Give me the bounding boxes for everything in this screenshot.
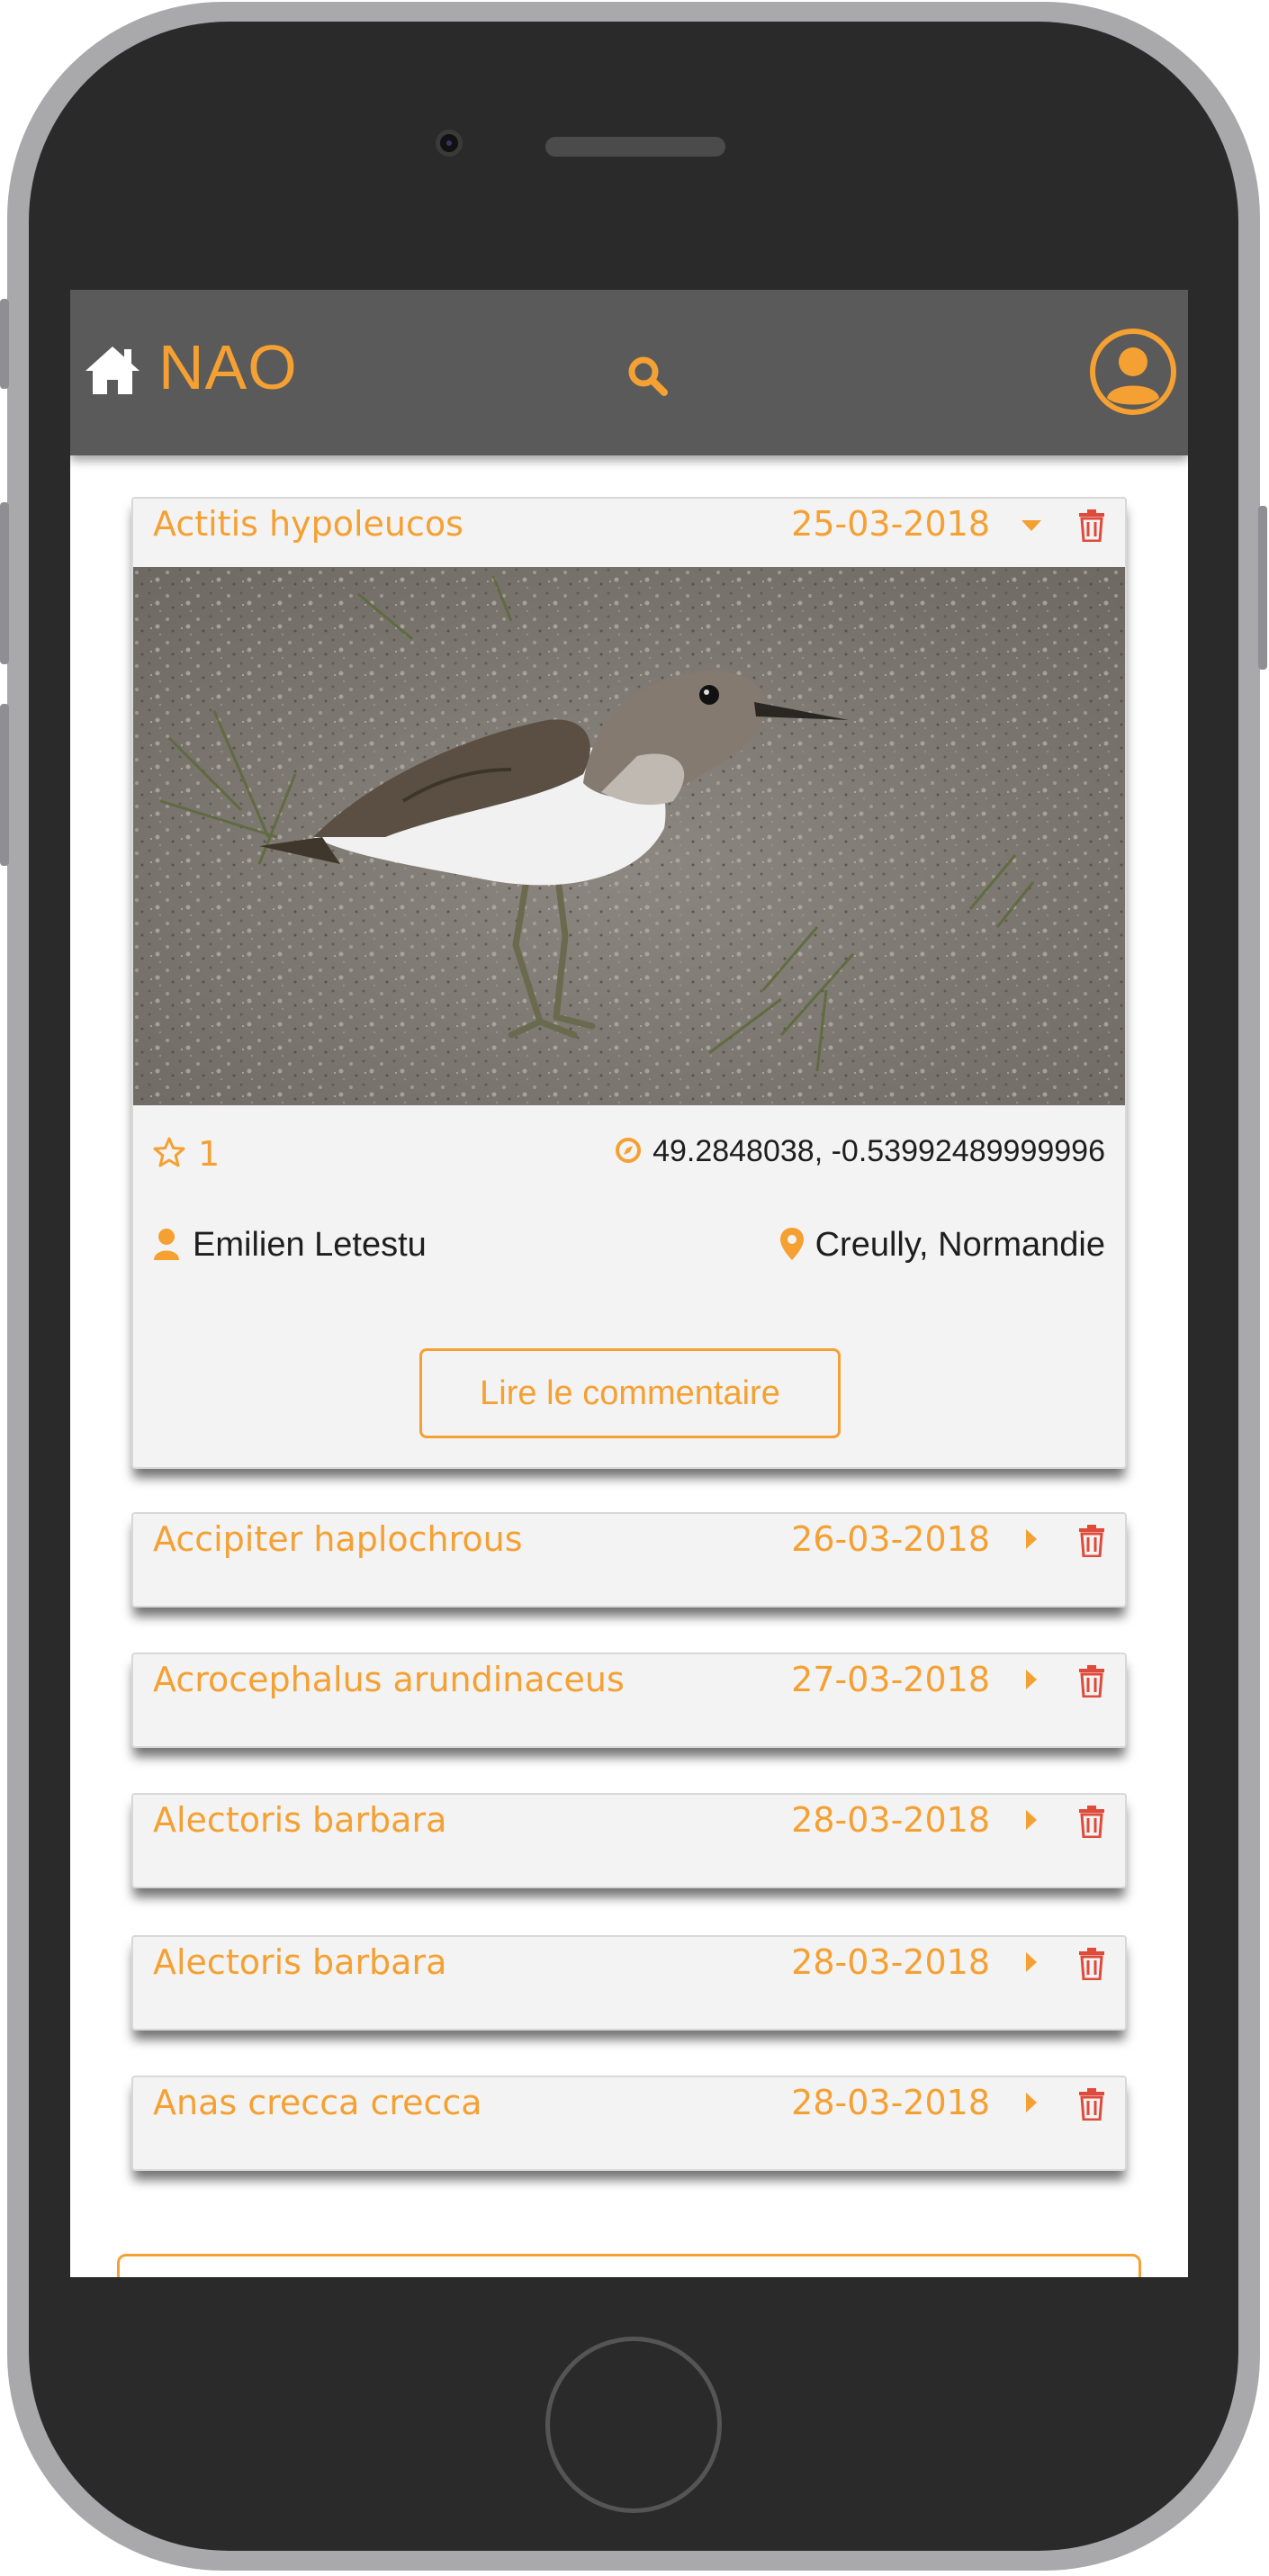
trash-icon[interactable] — [1078, 1806, 1105, 1842]
trash-icon[interactable] — [1078, 1665, 1105, 1701]
species-name[interactable]: Actitis hypoleucos — [153, 504, 464, 544]
power-button — [1258, 506, 1267, 670]
species-name[interactable]: Alectoris barbara — [153, 1800, 446, 1840]
observation-card[interactable]: Alectoris barbara 28-03-2018 — [131, 1793, 1127, 1888]
location-text: Creully, Normandie — [814, 1226, 1105, 1264]
observation-date: 25-03-2018 — [791, 504, 990, 544]
trash-icon[interactable] — [1078, 1525, 1105, 1561]
map-marker-icon — [779, 1227, 805, 1265]
user-icon — [153, 1228, 180, 1264]
location: Creully, Normandie — [779, 1226, 1105, 1265]
navbar: NAO — [70, 290, 1188, 455]
caret-right-icon[interactable] — [1024, 1669, 1039, 1694]
trash-icon[interactable] — [1078, 1948, 1105, 1984]
home-button[interactable] — [545, 2337, 722, 2513]
observation-card[interactable]: Anas crecca crecca 28-03-2018 — [131, 2076, 1127, 2171]
read-comment-button[interactable]: Lire le commentaire — [419, 1348, 841, 1438]
coordinates: 49.2848038, -0.53992489999996 — [615, 1134, 1105, 1169]
search-icon[interactable] — [626, 355, 670, 401]
species-name[interactable]: Anas crecca crecca — [153, 2083, 482, 2122]
front-camera — [436, 130, 463, 157]
observation-card-expanded: Actitis hypoleucos 25-03-2018 1 49.28480… — [131, 497, 1127, 1469]
volume-down-button — [0, 704, 9, 866]
mute-switch — [0, 299, 9, 389]
app-screen: NAO Actitis hypoleucos 25-03-2018 1 49.2… — [70, 290, 1188, 2277]
observation-card[interactable]: Acrocephalus arundinaceus 27-03-2018 — [131, 1653, 1127, 1748]
trash-icon[interactable] — [1078, 509, 1105, 545]
observer-name: Emilien Letestu — [193, 1226, 427, 1264]
species-name[interactable]: Accipiter haplochrous — [153, 1519, 523, 1559]
caret-down-icon[interactable] — [1021, 518, 1042, 536]
stats-row: 1 49.2848038, -0.53992489999996 — [153, 1134, 1105, 1179]
author-row: Emilien Letestu Creully, Normandie — [153, 1226, 1105, 1271]
observation-date: 26-03-2018 — [791, 1519, 990, 1559]
star-icon[interactable] — [153, 1137, 185, 1171]
caret-right-icon[interactable] — [1024, 1528, 1039, 1554]
observation-date: 28-03-2018 — [791, 2083, 990, 2122]
bird-photo — [133, 567, 1125, 1105]
observer: Emilien Letestu — [153, 1226, 427, 1265]
observation-date: 28-03-2018 — [791, 1800, 990, 1840]
home-icon[interactable] — [83, 344, 142, 400]
user-circle-icon[interactable] — [1089, 328, 1177, 416]
rating: 1 — [153, 1134, 220, 1174]
trash-icon[interactable] — [1078, 2088, 1105, 2124]
observation-card[interactable]: Accipiter haplochrous 26-03-2018 — [131, 1512, 1127, 1608]
observation-card[interactable]: Alectoris barbara 28-03-2018 — [131, 1935, 1127, 2031]
observation-date: 28-03-2018 — [791, 1942, 990, 1982]
compass-icon — [615, 1137, 642, 1167]
brand-title[interactable]: NAO — [158, 331, 298, 403]
star-count: 1 — [198, 1134, 220, 1174]
volume-up-button — [0, 502, 9, 664]
species-name[interactable]: Acrocephalus arundinaceus — [153, 1660, 625, 1699]
load-more-button[interactable] — [117, 2254, 1141, 2277]
coordinates-text: 49.2848038, -0.53992489999996 — [652, 1134, 1105, 1168]
species-name[interactable]: Alectoris barbara — [153, 1942, 446, 1982]
caret-right-icon[interactable] — [1024, 2092, 1039, 2117]
earpiece-speaker — [545, 137, 725, 157]
caret-right-icon[interactable] — [1024, 1951, 1039, 1977]
caret-right-icon[interactable] — [1024, 1809, 1039, 1834]
observation-date: 27-03-2018 — [791, 1660, 990, 1699]
